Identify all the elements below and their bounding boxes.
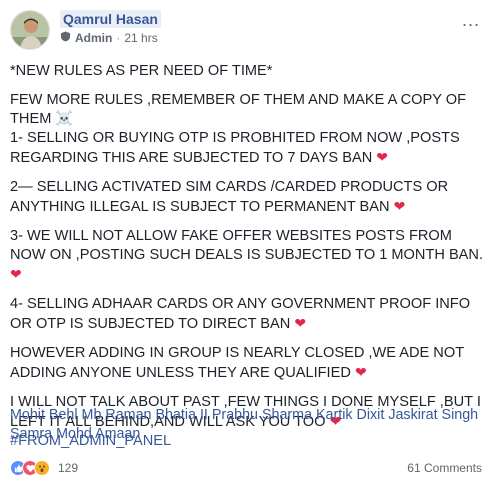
heart-icon: ❤ xyxy=(354,364,367,380)
post-line: 4- SELLING ADHAAR CARDS OR ANY GOVERNMEN… xyxy=(10,295,485,334)
heart-icon: ❤ xyxy=(393,198,406,214)
post-line-text: 3- WE WILL NOT ALLOW FAKE OFFER WEBSITES… xyxy=(10,228,484,263)
mention-link[interactable]: Prabhu Sharma xyxy=(212,407,312,423)
meta-separator: · xyxy=(116,31,121,45)
reaction-icons xyxy=(10,460,50,476)
heart-icon: ❤ xyxy=(294,315,307,331)
author-avatar[interactable] xyxy=(10,10,50,50)
post-line: 2— SELLING ACTIVATED SIM CARDS /CARDED P… xyxy=(10,178,485,217)
post-line: FEW MORE RULES ,REMEMBER OF THEM AND MAK… xyxy=(10,92,466,127)
post-line-text: 2— SELLING ACTIVATED SIM CARDS /CARDED P… xyxy=(10,179,449,215)
reactions-summary[interactable]: 129 xyxy=(10,460,78,476)
reaction-count: 129 xyxy=(58,461,79,475)
author-name[interactable]: Qamrul Hasan xyxy=(60,10,161,28)
comments-count-link[interactable]: 61 Comments xyxy=(407,461,482,475)
author-role: Admin xyxy=(75,31,113,45)
post-line: 3- WE WILL NOT ALLOW FAKE OFFER WEBSITES… xyxy=(10,227,485,285)
admin-badge-icon xyxy=(60,31,71,45)
post-footer: 129 61 Comments xyxy=(10,456,482,480)
post-line: 1- SELLING OR BUYING OTP IS PROBHITED FR… xyxy=(10,129,485,168)
post-meta: Admin · 21 hrs xyxy=(60,31,158,45)
facebook-post: Qamrul Hasan Admin · 21 hrs ... *NEW RUL… xyxy=(0,0,492,487)
heart-icon: ❤ xyxy=(10,266,22,282)
mention-link[interactable]: Kartik Dixit xyxy=(316,407,384,423)
mention-link[interactable]: Mb Raman Bhatia II xyxy=(82,407,208,423)
post-line: HOWEVER ADDING IN GROUP IS NEARLY CLOSED… xyxy=(10,344,485,383)
post-line: *NEW RULES AS PER NEED OF TIME* xyxy=(10,63,273,79)
post-line-text: 4- SELLING ADHAAR CARDS OR ANY GOVERNMEN… xyxy=(10,296,471,332)
mention-link[interactable]: Mohit Behl xyxy=(10,407,78,423)
wow-reaction-icon xyxy=(34,460,50,476)
more-options-icon[interactable]: ... xyxy=(462,10,480,31)
mention-link[interactable]: Mohd Amaan xyxy=(56,426,140,442)
post-line-text: 1- SELLING OR BUYING OTP IS PROBHITED FR… xyxy=(10,130,460,166)
post-timestamp[interactable]: 21 hrs xyxy=(124,31,157,45)
heart-icon: ❤ xyxy=(376,149,389,165)
mention-tags: Mohit Behl Mb Raman Bhatia II Prabhu Sha… xyxy=(10,406,480,444)
post-line-text: HOWEVER ADDING IN GROUP IS NEARLY CLOSED… xyxy=(10,345,464,381)
post-body: *NEW RULES AS PER NEED OF TIME* FEW MORE… xyxy=(10,62,485,451)
